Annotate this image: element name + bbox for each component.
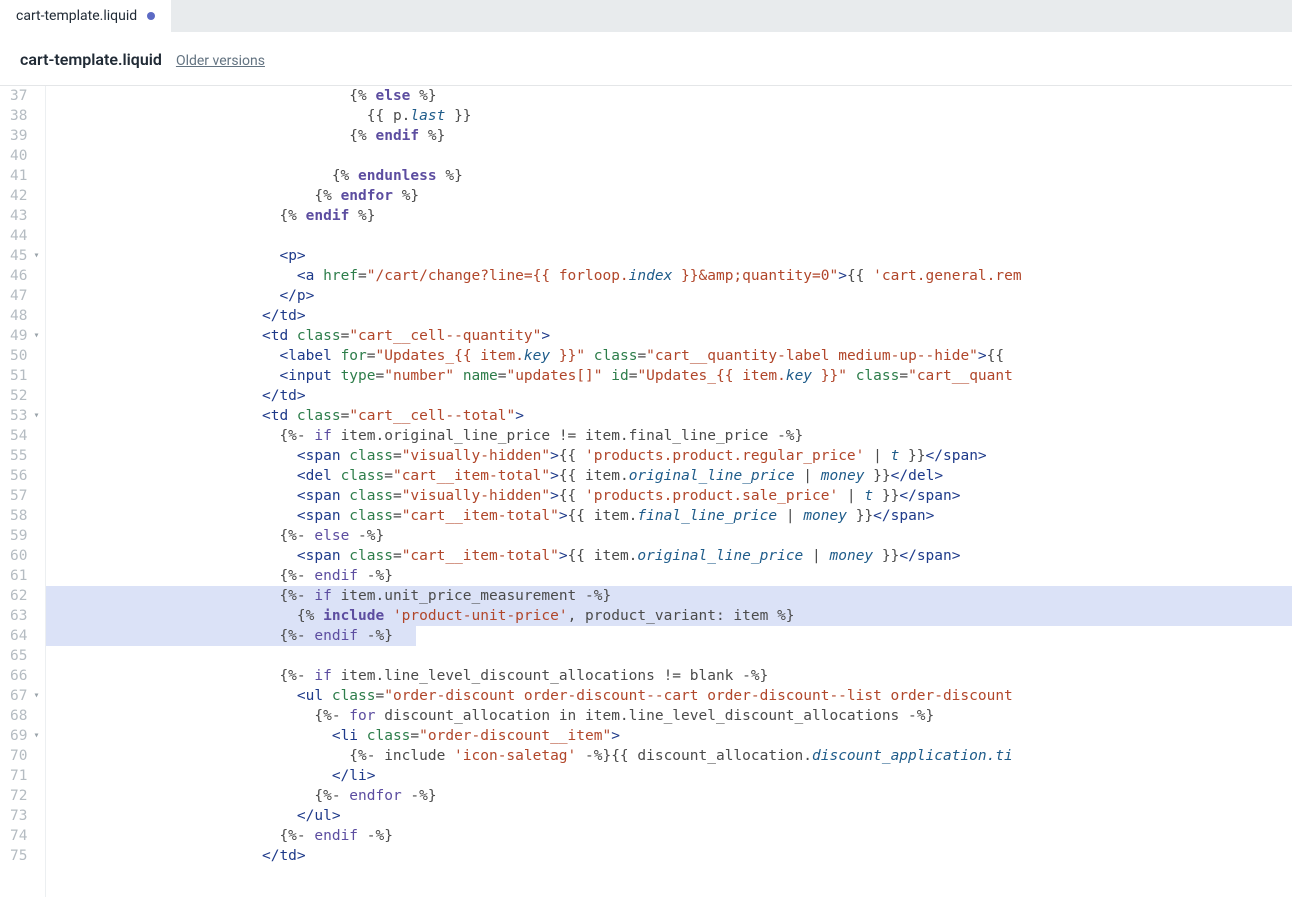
code-line[interactable]: {%- endif -%} bbox=[46, 566, 1292, 586]
line-number: 62 bbox=[10, 586, 39, 606]
code-line[interactable]: {% else %} bbox=[46, 86, 1292, 106]
line-number: 58 bbox=[10, 506, 39, 526]
line-number: 40 bbox=[10, 146, 39, 166]
line-number: 42 bbox=[10, 186, 39, 206]
code-line[interactable] bbox=[46, 226, 1292, 246]
file-header: cart-template.liquid Older versions bbox=[0, 32, 1292, 86]
code-line[interactable]: {%- include 'icon-saletag' -%}{{ discoun… bbox=[46, 746, 1292, 766]
modified-dot-icon bbox=[147, 12, 155, 20]
code-editor[interactable]: 373839404142434445▾46474849▾50515253▾545… bbox=[0, 86, 1292, 897]
code-line[interactable] bbox=[46, 146, 1292, 166]
fold-toggle-icon[interactable]: ▾ bbox=[31, 686, 39, 706]
code-line[interactable]: {{ p.last }} bbox=[46, 106, 1292, 126]
code-line[interactable]: </p> bbox=[46, 286, 1292, 306]
line-number: 68 bbox=[10, 706, 39, 726]
code-line[interactable]: <a href="/cart/change?line={{ forloop.in… bbox=[46, 266, 1292, 286]
code-line[interactable]: {% endif %} bbox=[46, 126, 1292, 146]
code-line[interactable]: <del class="cart__item-total">{{ item.or… bbox=[46, 466, 1292, 486]
line-number-gutter: 373839404142434445▾46474849▾50515253▾545… bbox=[0, 86, 46, 897]
fold-toggle-icon[interactable]: ▾ bbox=[31, 726, 39, 746]
code-line[interactable]: <span class="cart__item-total">{{ item.o… bbox=[46, 546, 1292, 566]
line-number: 39 bbox=[10, 126, 39, 146]
line-number: 59 bbox=[10, 526, 39, 546]
code-line[interactable]: <span class="visually-hidden">{{ 'produc… bbox=[46, 446, 1292, 466]
code-line[interactable]: {%- else -%} bbox=[46, 526, 1292, 546]
line-number: 37 bbox=[10, 86, 39, 106]
code-line[interactable]: <span class="visually-hidden">{{ 'produc… bbox=[46, 486, 1292, 506]
fold-toggle-icon[interactable]: ▾ bbox=[31, 326, 39, 346]
code-line[interactable]: {%- for discount_allocation in item.line… bbox=[46, 706, 1292, 726]
line-number: 64 bbox=[10, 626, 39, 646]
line-number: 43 bbox=[10, 206, 39, 226]
line-number: 72 bbox=[10, 786, 39, 806]
line-number: 53▾ bbox=[10, 406, 39, 426]
code-line[interactable]: <td class="cart__cell--quantity"> bbox=[46, 326, 1292, 346]
code-area[interactable]: {% else %} {{ p.last }} {% endif %} {% e… bbox=[46, 86, 1292, 897]
code-line[interactable]: </li> bbox=[46, 766, 1292, 786]
line-number: 67▾ bbox=[10, 686, 39, 706]
line-number: 55 bbox=[10, 446, 39, 466]
code-line[interactable]: {%- endfor -%} bbox=[46, 786, 1292, 806]
code-line[interactable]: </ul> bbox=[46, 806, 1292, 826]
fold-toggle-icon[interactable]: ▾ bbox=[31, 246, 39, 266]
line-number: 41 bbox=[10, 166, 39, 186]
fold-toggle-icon[interactable]: ▾ bbox=[31, 406, 39, 426]
line-number: 60 bbox=[10, 546, 39, 566]
code-line[interactable]: <span class="cart__item-total">{{ item.f… bbox=[46, 506, 1292, 526]
line-number: 45▾ bbox=[10, 246, 39, 266]
code-line[interactable]: <input type="number" name="updates[]" id… bbox=[46, 366, 1292, 386]
code-line[interactable]: {% endfor %} bbox=[46, 186, 1292, 206]
line-number: 75 bbox=[10, 846, 39, 866]
code-line[interactable] bbox=[46, 646, 1292, 666]
line-number: 74 bbox=[10, 826, 39, 846]
line-number: 70 bbox=[10, 746, 39, 766]
line-number: 56 bbox=[10, 466, 39, 486]
line-number: 66 bbox=[10, 666, 39, 686]
code-line[interactable]: {%- if item.unit_price_measurement -%} bbox=[46, 586, 1292, 606]
line-number: 71 bbox=[10, 766, 39, 786]
code-line[interactable]: <li class="order-discount__item"> bbox=[46, 726, 1292, 746]
line-number: 52 bbox=[10, 386, 39, 406]
code-line[interactable]: </td> bbox=[46, 386, 1292, 406]
line-number: 47 bbox=[10, 286, 39, 306]
line-number: 46 bbox=[10, 266, 39, 286]
code-line[interactable]: {%- if item.original_line_price != item.… bbox=[46, 426, 1292, 446]
line-number: 48 bbox=[10, 306, 39, 326]
line-number: 49▾ bbox=[10, 326, 39, 346]
line-number: 65 bbox=[10, 646, 39, 666]
line-number: 63 bbox=[10, 606, 39, 626]
tab-bar: cart-template.liquid bbox=[0, 0, 1292, 32]
code-line[interactable]: <ul class="order-discount order-discount… bbox=[46, 686, 1292, 706]
line-number: 44 bbox=[10, 226, 39, 246]
line-number: 38 bbox=[10, 106, 39, 126]
code-line[interactable]: {% endif %} bbox=[46, 206, 1292, 226]
line-number: 73 bbox=[10, 806, 39, 826]
code-line[interactable]: <td class="cart__cell--total"> bbox=[46, 406, 1292, 426]
line-number: 69▾ bbox=[10, 726, 39, 746]
older-versions-link[interactable]: Older versions bbox=[176, 53, 265, 69]
file-title: cart-template.liquid bbox=[20, 50, 162, 69]
code-line[interactable]: {%- endif -%} bbox=[46, 626, 1292, 646]
code-line[interactable]: {% include 'product-unit-price', product… bbox=[46, 606, 1292, 626]
code-line[interactable]: <p> bbox=[46, 246, 1292, 266]
code-line[interactable]: {% endunless %} bbox=[46, 166, 1292, 186]
code-line[interactable]: </td> bbox=[46, 846, 1292, 866]
line-number: 57 bbox=[10, 486, 39, 506]
line-number: 50 bbox=[10, 346, 39, 366]
code-line[interactable]: {%- if item.line_level_discount_allocati… bbox=[46, 666, 1292, 686]
line-number: 51 bbox=[10, 366, 39, 386]
file-tab[interactable]: cart-template.liquid bbox=[0, 0, 172, 32]
code-line[interactable]: <label for="Updates_{{ item.key }}" clas… bbox=[46, 346, 1292, 366]
tab-label: cart-template.liquid bbox=[16, 8, 137, 24]
line-number: 61 bbox=[10, 566, 39, 586]
line-number: 54 bbox=[10, 426, 39, 446]
code-line[interactable]: {%- endif -%} bbox=[46, 826, 1292, 846]
code-line[interactable]: </td> bbox=[46, 306, 1292, 326]
